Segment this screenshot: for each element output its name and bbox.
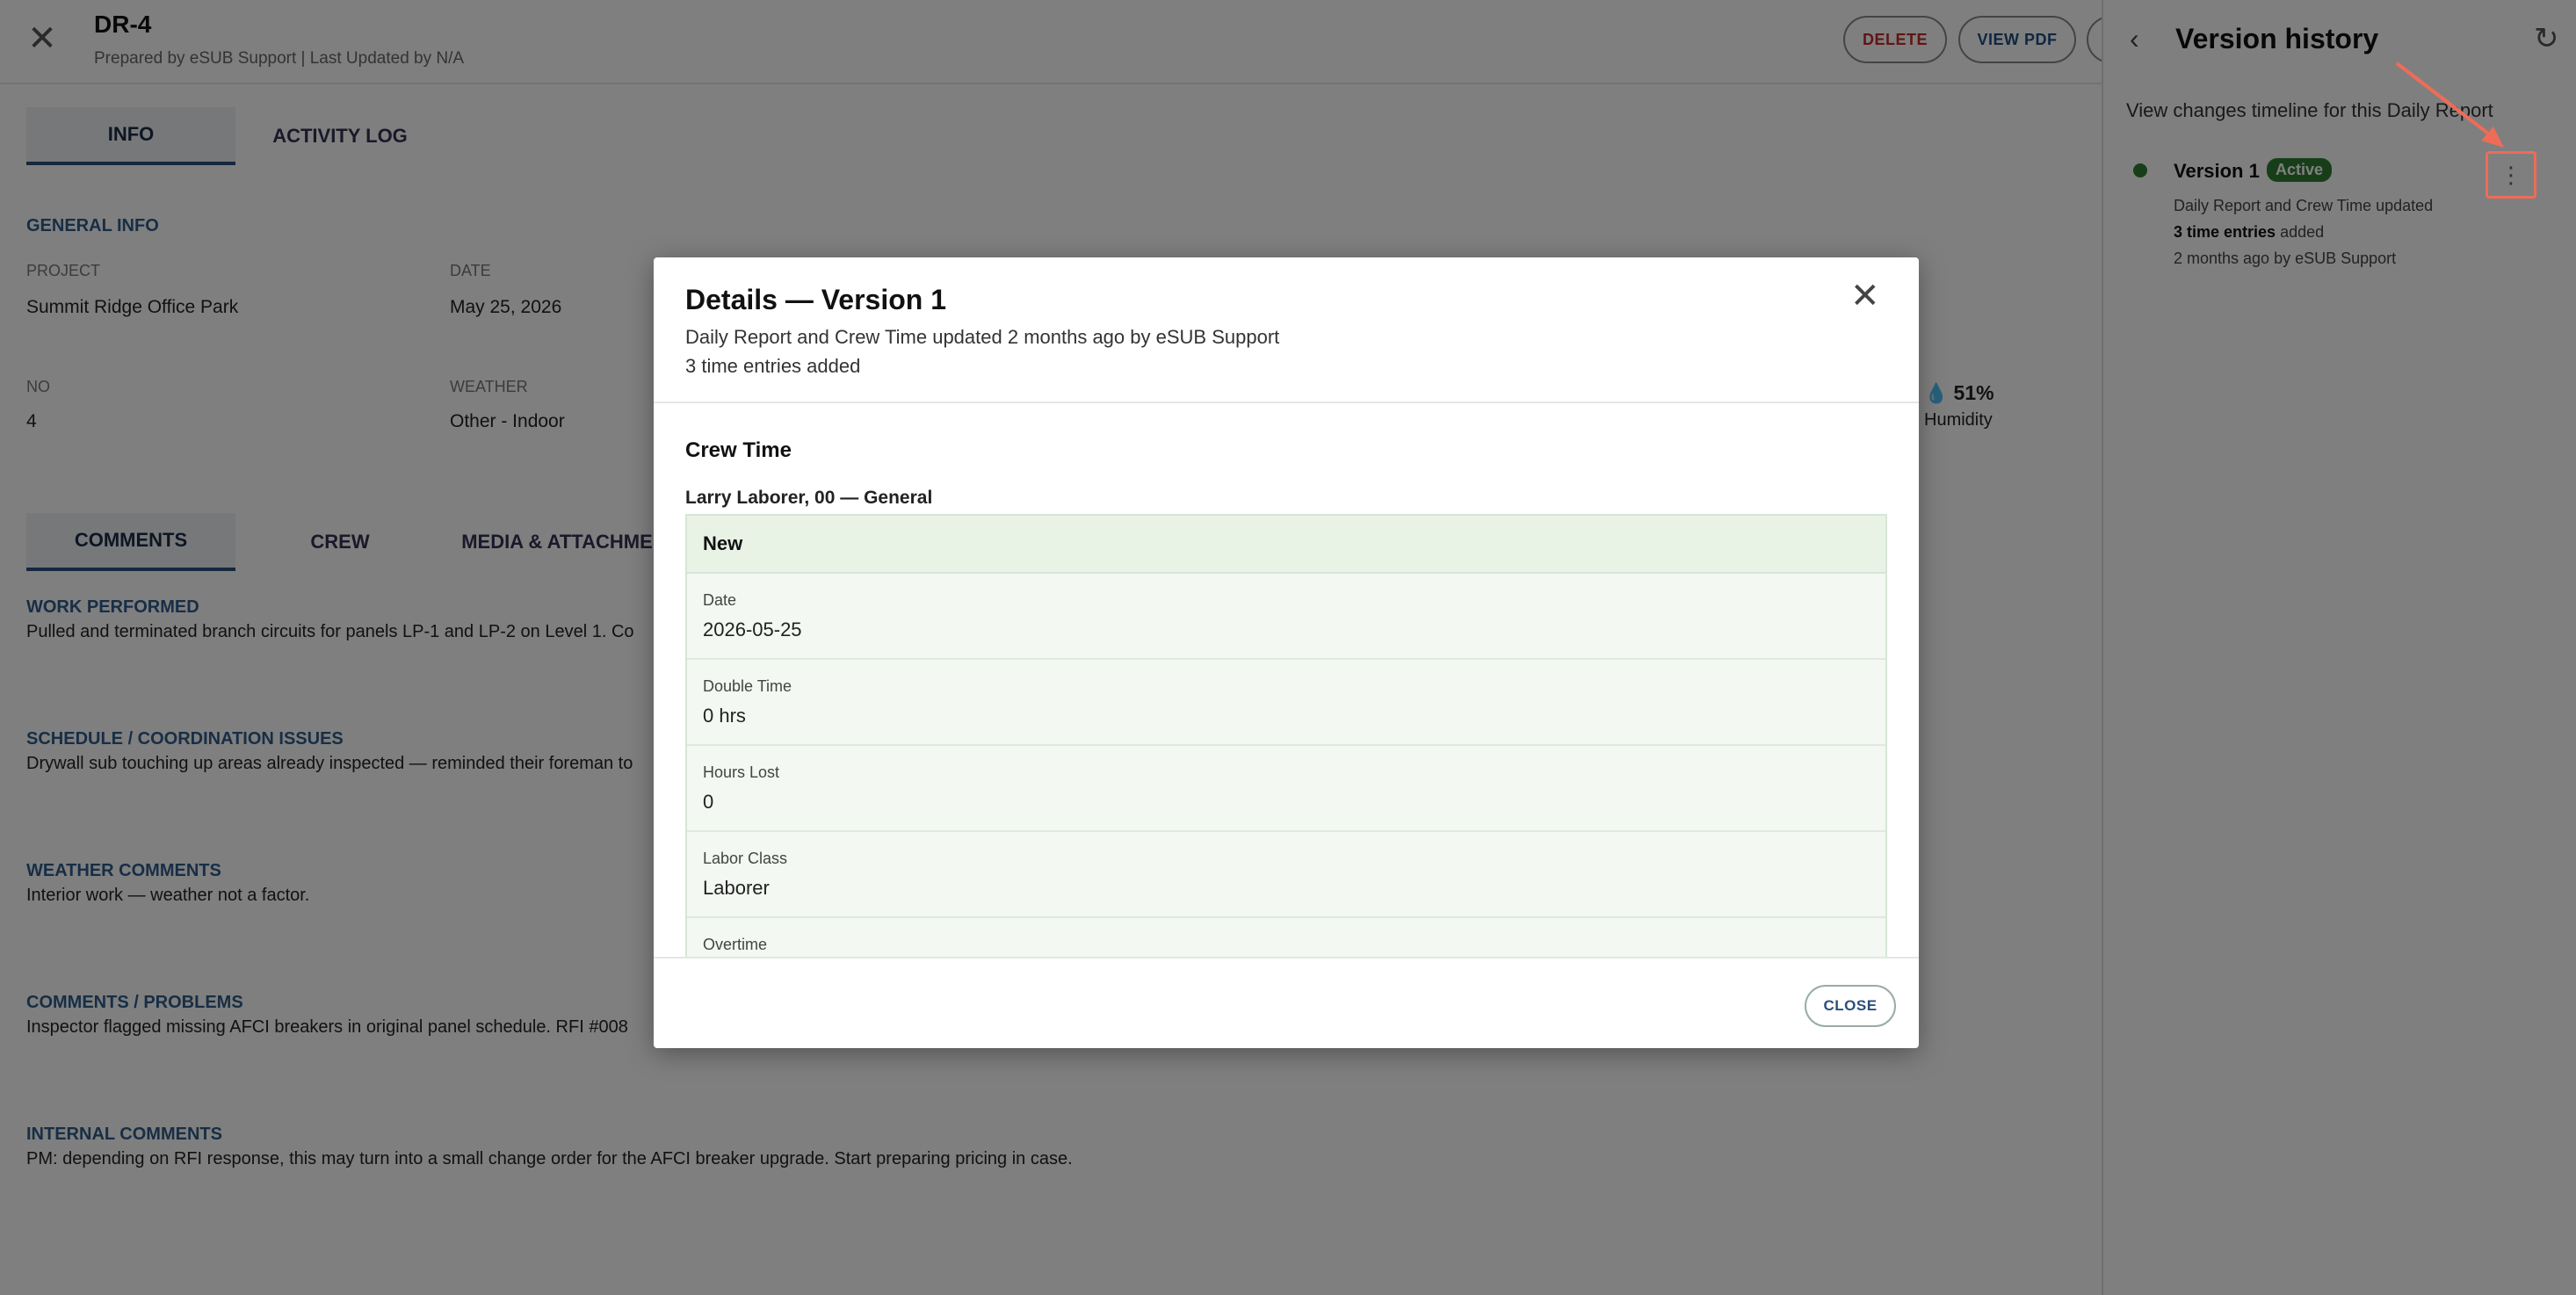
- field-value: 0: [703, 791, 714, 813]
- modal-scroll-body[interactable]: Crew Time Larry Laborer, 00 — General Ne…: [654, 403, 1919, 957]
- field-label: Double Time: [703, 677, 792, 695]
- entry-field-overtime: Overtime: [687, 918, 1885, 957]
- field-label: Overtime: [703, 936, 768, 953]
- field-value: 0 hrs: [703, 705, 746, 727]
- close-icon[interactable]: ✕: [1850, 279, 1880, 314]
- version-more-menu-icon[interactable]: ⋮: [2486, 151, 2536, 199]
- close-button[interactable]: CLOSE: [1805, 985, 1896, 1027]
- divider: [654, 957, 1919, 959]
- field-label: Hours Lost: [703, 763, 780, 781]
- entry-status: New: [687, 516, 1885, 574]
- version-details-modal: Details — Version 1 ✕ Daily Report and C…: [654, 257, 1919, 1048]
- field-label: Labor Class: [703, 850, 788, 867]
- modal-entries-summary: 3 time entries added: [685, 355, 861, 377]
- modal-title: Details — Version 1: [685, 284, 947, 315]
- time-entry-card: New Date 2026-05-25 Double Time 0 hrs Ho…: [685, 514, 1887, 957]
- modal-subtitle: Daily Report and Crew Time updated 2 mon…: [685, 326, 1280, 348]
- entry-field-double-time: Double Time 0 hrs: [687, 660, 1885, 746]
- entry-field-labor-class: Labor Class Laborer: [687, 832, 1885, 918]
- field-label: Date: [703, 591, 737, 609]
- field-value: 2026-05-25: [703, 619, 802, 640]
- field-value: Laborer: [703, 877, 770, 899]
- entry-field-hours-lost: Hours Lost 0: [687, 746, 1885, 832]
- crew-time-heading: Crew Time: [685, 438, 792, 462]
- crew-member-name: Larry Laborer, 00 — General: [685, 488, 933, 508]
- annotation-arrow-icon: [2395, 61, 2504, 148]
- entry-field-date: Date 2026-05-25: [687, 574, 1885, 660]
